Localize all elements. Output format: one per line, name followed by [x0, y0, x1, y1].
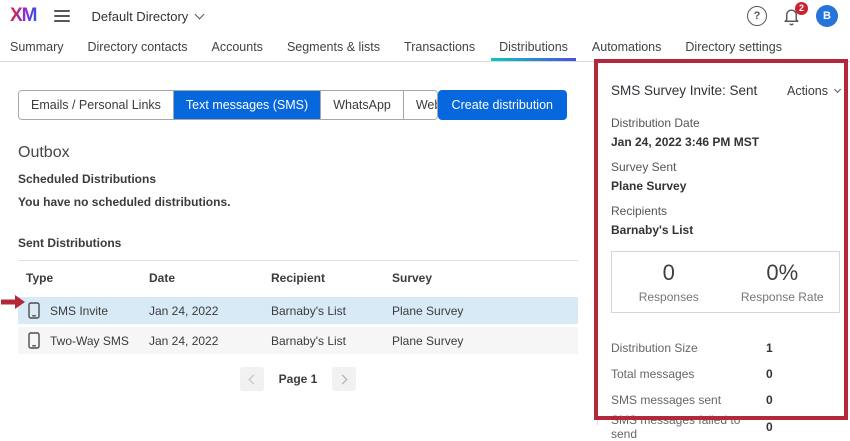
tab-accounts[interactable]: Accounts — [200, 32, 275, 61]
responses-label: Responses — [639, 290, 699, 304]
date-cell: Jan 24, 2022 — [149, 334, 271, 348]
previous-page-button[interactable] — [240, 367, 264, 391]
recipient-cell: Barnaby's List — [271, 334, 392, 348]
field-label: Distribution Date — [611, 116, 840, 130]
scheduled-empty-message: You have no scheduled distributions. — [18, 195, 597, 209]
panel-header: SMS Survey Invite: Sent Actions — [611, 83, 840, 98]
responses-stat: 0 Responses — [612, 252, 726, 312]
create-distribution-button[interactable]: Create distribution — [438, 90, 567, 120]
recipient-cell: Barnaby's List — [271, 304, 392, 318]
notifications-button[interactable]: 2 — [782, 7, 801, 26]
survey-cell: Plane Survey — [392, 304, 578, 318]
tab-summary[interactable]: Summary — [10, 32, 75, 61]
date-cell: Jan 24, 2022 — [149, 304, 271, 318]
top-bar: XM Default Directory ? 2 B — [0, 0, 850, 32]
hamburger-menu-icon[interactable] — [54, 10, 70, 22]
actions-label: Actions — [787, 84, 828, 98]
field-value: Plane Survey — [611, 179, 840, 193]
table-row-two-way-sms[interactable]: Two-Way SMS Jan 24, 2022 Barnaby's List … — [18, 327, 578, 354]
segment-web-app-intercepts[interactable]: Web and app intercepts — [404, 91, 438, 119]
chevron-down-icon — [834, 86, 841, 93]
table-header-row: Type Date Recipient Survey — [18, 261, 578, 294]
column-header-type: Type — [18, 271, 149, 285]
channel-segmented-control: Emails / Personal Links Text messages (S… — [18, 90, 438, 120]
directory-nav: Summary Directory contacts Accounts Segm… — [0, 32, 850, 62]
field-label: Survey Sent — [611, 160, 840, 174]
distribution-type-label: SMS Invite — [50, 304, 108, 318]
column-header-date: Date — [149, 271, 271, 285]
notification-badge: 2 — [795, 2, 808, 15]
metrics-list: Distribution Size 1 Total messages 0 SMS… — [611, 335, 840, 439]
directory-selector[interactable]: Default Directory — [92, 9, 204, 24]
metric-value: 0 — [766, 420, 840, 434]
metric-value: 1 — [766, 341, 840, 355]
field-label: Recipients — [611, 204, 840, 218]
scheduled-distributions-heading: Scheduled Distributions — [18, 172, 597, 186]
page-title: Outbox — [18, 144, 597, 162]
channel-toolbar: Emails / Personal Links Text messages (S… — [18, 90, 567, 120]
metric-sms-messages-failed: SMS messages failed to send 0 — [611, 413, 840, 439]
metric-value: 0 — [766, 367, 840, 381]
responses-value: 0 — [663, 260, 675, 286]
metric-label: SMS messages failed to send — [611, 413, 766, 441]
smartphone-icon — [28, 302, 40, 319]
type-cell: SMS Invite — [18, 302, 149, 319]
tab-segments-lists[interactable]: Segments & lists — [275, 32, 392, 61]
sent-distributions-heading: Sent Distributions — [18, 236, 597, 250]
tab-automations[interactable]: Automations — [580, 32, 673, 61]
top-bar-actions: ? 2 B — [747, 5, 838, 27]
metric-label: Distribution Size — [611, 341, 766, 355]
chevron-left-icon — [248, 374, 258, 384]
avatar[interactable]: B — [816, 5, 838, 27]
page-indicator: Page 1 — [279, 372, 318, 386]
pagination: Page 1 — [18, 367, 578, 391]
tab-directory-contacts[interactable]: Directory contacts — [75, 32, 199, 61]
chevron-right-icon — [338, 374, 348, 384]
tab-transactions[interactable]: Transactions — [392, 32, 487, 61]
metric-distribution-size: Distribution Size 1 — [611, 335, 840, 361]
table-row-sms-invite[interactable]: SMS Invite Jan 24, 2022 Barnaby's List P… — [18, 297, 578, 324]
xm-logo: XM — [10, 5, 37, 27]
panel-title: SMS Survey Invite: Sent — [611, 83, 757, 98]
survey-cell: Plane Survey — [392, 334, 578, 348]
distribution-detail-panel: SMS Survey Invite: Sent Actions Distribu… — [598, 62, 850, 425]
segment-whatsapp[interactable]: WhatsApp — [321, 91, 404, 119]
actions-dropdown[interactable]: Actions — [787, 84, 840, 98]
column-header-recipient: Recipient — [271, 271, 392, 285]
help-icon[interactable]: ? — [747, 6, 767, 26]
chevron-down-icon — [195, 9, 205, 19]
sent-distributions-table: Type Date Recipient Survey SMS Invite Ja… — [18, 260, 578, 354]
segment-text-messages-sms[interactable]: Text messages (SMS) — [174, 91, 321, 119]
response-stats-box: 0 Responses 0% Response Rate — [611, 251, 840, 313]
response-rate-value: 0% — [766, 260, 798, 286]
metric-total-messages: Total messages 0 — [611, 361, 840, 387]
metric-label: SMS messages sent — [611, 393, 766, 407]
field-value: Jan 24, 2022 3:46 PM MST — [611, 135, 840, 149]
distribution-type-label: Two-Way SMS — [50, 334, 129, 348]
segment-emails-personal-links[interactable]: Emails / Personal Links — [19, 91, 174, 119]
column-header-survey: Survey — [392, 271, 578, 285]
response-rate-stat: 0% Response Rate — [726, 252, 840, 312]
field-value: Barnaby's List — [611, 223, 840, 237]
directory-selector-label: Default Directory — [92, 9, 189, 24]
next-page-button[interactable] — [332, 367, 356, 391]
metric-label: Total messages — [611, 367, 766, 381]
distribution-date-field: Distribution Date Jan 24, 2022 3:46 PM M… — [611, 116, 840, 149]
survey-sent-field: Survey Sent Plane Survey — [611, 160, 840, 193]
recipients-field: Recipients Barnaby's List — [611, 204, 840, 237]
main-content: Emails / Personal Links Text messages (S… — [0, 62, 597, 391]
tab-directory-settings[interactable]: Directory settings — [673, 32, 794, 61]
metric-value: 0 — [766, 393, 840, 407]
smartphone-icon — [28, 332, 40, 349]
metric-sms-messages-sent: SMS messages sent 0 — [611, 387, 840, 413]
response-rate-label: Response Rate — [741, 290, 824, 304]
type-cell: Two-Way SMS — [18, 332, 149, 349]
tab-distributions[interactable]: Distributions — [487, 32, 580, 61]
